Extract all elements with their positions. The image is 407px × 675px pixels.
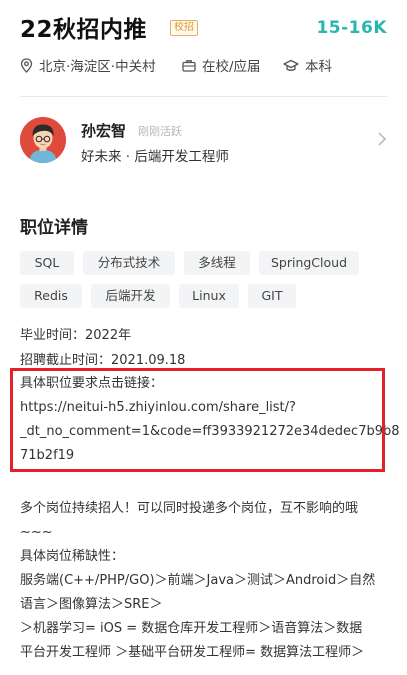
skill-tag[interactable]: Redis [20,284,82,308]
job-title: 22秋招内推 [20,17,148,43]
description-line: ＞机器学习= iOS = 数据仓库开发工程师＞语音算法＞数据 [20,621,363,636]
status-item: 在校/应届 [182,55,261,75]
description-line: 具体岗位稀缺性： [20,549,125,564]
skill-tag[interactable]: 多线程 [184,251,250,275]
education-text: 本科 [305,59,332,75]
section-title: 职位详情 [20,218,88,238]
description-line: 服务端(C++/PHP/GO)＞前端＞Java＞测试＞Android＞自然 [20,573,376,588]
description-line: 多个岗位持续招人！可以同时投递多个岗位，互不影响的哦 [20,501,359,516]
description-line: 语言＞图像算法＞SRE＞ [20,597,163,612]
application-deadline: 招聘截止时间：2021.09.18 [20,353,186,368]
location-text: 北京·海淀区·中关村 [39,59,156,75]
skill-tag[interactable]: GIT [248,284,296,308]
location-item: 北京·海淀区·中关村 [20,55,156,75]
skill-tag[interactable]: 分布式技术 [83,251,175,275]
recruiter-card[interactable]: 孙宏智 刚刚活跃 好未来 · 后端开发工程师 [20,117,387,165]
avatar[interactable] [20,117,66,163]
campus-badge: 校招 [170,20,198,36]
skill-tag[interactable]: 后端开发 [91,284,170,308]
location-icon [20,57,33,73]
education-item: 本科 [283,55,332,75]
graduation-time: 毕业时间：2022年 [20,328,132,343]
divider [20,96,387,97]
job-meta: 北京·海淀区·中关村 在校/应届 本科 [20,55,387,75]
highlight-box [10,368,385,472]
salary: 15-16K [316,18,387,38]
graduation-cap-icon [283,59,299,71]
skill-tag[interactable]: Linux [179,284,239,308]
recruiter-name: 孙宏智 [81,122,127,140]
briefcase-icon [182,59,196,72]
status-text: 在校/应届 [202,59,261,75]
chevron-right-icon[interactable] [377,131,387,147]
recruiter-activity: 刚刚活跃 [138,125,182,138]
job-description: 多个岗位持续招人！可以同时投递多个岗位，互不影响的哦 ~~~ 具体岗位稀缺性： … [20,497,392,665]
description-line: 平台开发工程师 ＞基础平台研发工程师= 数据算法工程师＞ [20,645,365,660]
skill-tag[interactable]: SQL [20,251,74,275]
description-line: ~~~ [20,525,53,540]
skill-tag[interactable]: SpringCloud [259,251,359,275]
job-header: 22秋招内推 校招 15-16K [20,14,387,48]
recruiter-role: 好未来 · 后端开发工程师 [81,149,229,165]
